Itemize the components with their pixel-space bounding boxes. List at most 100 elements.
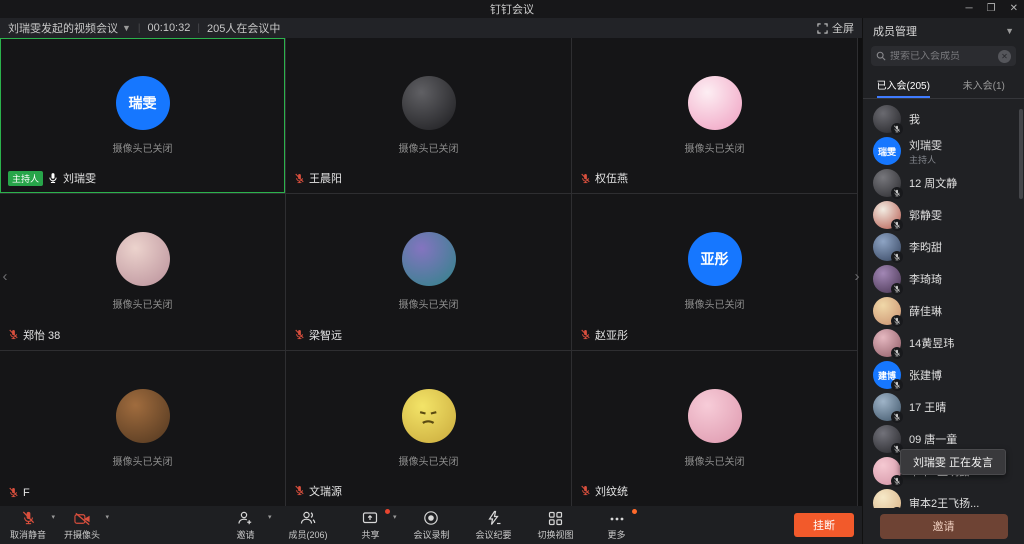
camera-off-label: 摄像头已关闭 xyxy=(113,296,173,311)
prev-page-arrow[interactable]: ‹ xyxy=(0,268,10,285)
member-row[interactable]: 审本2王飞扬... xyxy=(863,487,1024,508)
video-tile[interactable]: 摄像头已关闭 F xyxy=(0,351,285,506)
tile-name-bar: F xyxy=(8,487,30,499)
hangup-button[interactable]: 挂断 xyxy=(794,513,854,537)
layout-grid-icon xyxy=(548,510,563,526)
camera-off-label: 摄像头已关闭 xyxy=(113,140,173,155)
mic-off-badge-icon xyxy=(891,379,903,391)
avatar xyxy=(402,76,456,130)
tile-name-bar: 权伍燕 xyxy=(580,170,628,186)
speaking-tooltip: 刘瑞雯 正在发言 xyxy=(900,449,1006,475)
next-page-arrow[interactable]: › xyxy=(852,268,862,285)
meeting-timer: 00:10:32 xyxy=(148,22,191,34)
member-avatar xyxy=(873,425,901,453)
mic-off-badge-icon xyxy=(891,283,903,295)
video-tile[interactable]: 瑞雯摄像头已关闭主持人 刘瑞雯 xyxy=(0,38,285,193)
member-row[interactable]: 建博 张建博 xyxy=(863,359,1024,391)
meeting-title-dropdown[interactable]: 刘瑞雯发起的视频会议 ▼ xyxy=(8,20,131,36)
avatar xyxy=(116,389,170,443)
mic-off-badge-icon xyxy=(891,251,903,263)
video-tile[interactable]: 亚彤摄像头已关闭 赵亚彤 xyxy=(572,194,857,349)
mic-off-icon xyxy=(580,485,591,496)
scrollbar[interactable] xyxy=(1019,109,1023,199)
tile-name-bar: 刘纹统 xyxy=(580,483,628,499)
meeting-info-bar: 刘瑞雯发起的视频会议 ▼ | 00:10:32 | 205人在会议中 全屏 xyxy=(0,18,862,38)
avatar xyxy=(402,389,456,443)
unmute-button[interactable]: ▾ 取消静音 xyxy=(10,510,46,541)
mic-off-icon xyxy=(580,173,591,184)
camera-off-label: 摄像头已关闭 xyxy=(685,453,745,468)
minutes-button[interactable]: 会议纪要 xyxy=(476,510,512,541)
caret-down-icon[interactable]: ▾ xyxy=(52,513,56,521)
member-row[interactable]: 14黄昱玮 xyxy=(863,327,1024,359)
avatar: 瑞雯 xyxy=(873,137,901,165)
member-name: 17 王晴 xyxy=(909,399,946,415)
invite-button-toolbar[interactable]: ▾ 邀请 xyxy=(228,510,262,541)
member-avatar xyxy=(873,489,901,508)
video-tile[interactable]: 摄像头已关闭 刘纹统 xyxy=(572,351,857,506)
clear-search-icon[interactable]: ✕ xyxy=(998,50,1011,63)
fullscreen-icon xyxy=(817,23,828,34)
mic-off-icon xyxy=(21,510,36,526)
caret-down-icon[interactable]: ▾ xyxy=(106,513,110,521)
participant-name: 郑怡 38 xyxy=(23,327,60,343)
member-avatar xyxy=(873,297,901,325)
member-search-input[interactable] xyxy=(890,51,994,62)
member-row[interactable]: 12 周文静 xyxy=(863,167,1024,199)
tab-not-joined[interactable]: 未入会(1) xyxy=(944,72,1024,98)
member-avatar xyxy=(873,329,901,357)
notification-dot xyxy=(385,509,390,514)
maximize-button[interactable]: ❐ xyxy=(987,0,996,18)
participant-count: 205人在会议中 xyxy=(207,20,280,36)
share-screen-button[interactable]: ▾ 共享 xyxy=(353,510,387,541)
member-name: 我 xyxy=(909,111,920,127)
member-row[interactable]: 郭静雯 xyxy=(863,199,1024,231)
minimize-button[interactable]: ─ xyxy=(966,0,973,18)
member-row[interactable]: 薛佳琳 xyxy=(863,295,1024,327)
members-button[interactable]: 成员(206) xyxy=(288,510,327,541)
mic-off-badge-icon xyxy=(891,507,903,508)
member-row[interactable]: 我 xyxy=(863,103,1024,135)
avatar: 瑞雯 xyxy=(116,76,170,130)
member-name: 李琦琦 xyxy=(909,271,942,287)
person-add-icon xyxy=(237,510,253,526)
video-tile[interactable]: 摄像头已关闭 梁智远 xyxy=(286,194,571,349)
caret-down-icon[interactable]: ▾ xyxy=(268,513,272,521)
more-button[interactable]: 更多 xyxy=(600,510,634,541)
member-name: 薛佳琳 xyxy=(909,303,942,319)
camera-off-label: 摄像头已关闭 xyxy=(399,453,459,468)
member-avatar xyxy=(873,105,901,133)
caret-down-icon[interactable]: ▾ xyxy=(393,513,397,521)
invite-button[interactable]: 邀请 xyxy=(880,514,1008,539)
video-tile[interactable]: 摄像头已关闭 权伍燕 xyxy=(572,38,857,193)
member-panel-title: 成员管理 xyxy=(873,23,917,39)
open-camera-button[interactable]: ▾ 开摄像头 xyxy=(64,510,100,541)
fullscreen-button[interactable]: 全屏 xyxy=(817,20,854,36)
switch-view-button[interactable]: 切换视图 xyxy=(538,510,574,541)
camera-off-label: 摄像头已关闭 xyxy=(113,453,173,468)
camera-off-label: 摄像头已关闭 xyxy=(399,140,459,155)
mic-off-badge-icon xyxy=(891,219,903,231)
member-avatar xyxy=(873,393,901,421)
collapse-panel-icon[interactable]: ▼ xyxy=(1005,26,1014,36)
video-tile[interactable]: 摄像头已关闭 王晨阳 xyxy=(286,38,571,193)
camera-off-label: 摄像头已关闭 xyxy=(399,296,459,311)
dingtalk-meeting-window: 钉钉会议 ─ ❐ ✕ 刘瑞雯发起的视频会议 ▼ | 00:10:32 | 205… xyxy=(0,0,1024,544)
mic-off-badge-icon xyxy=(891,411,903,423)
member-search-box[interactable]: ✕ xyxy=(871,46,1016,66)
member-list[interactable]: 我瑞雯刘瑞雯主持人 12 周文静 郭静雯 李昀甜 李琦琦 薛佳琳 14黄昱玮建博… xyxy=(863,99,1024,508)
member-row[interactable]: 17 王晴 xyxy=(863,391,1024,423)
video-tile[interactable]: 摄像头已关闭 文瑞源 xyxy=(286,351,571,506)
member-row[interactable]: 李琦琦 xyxy=(863,263,1024,295)
record-button[interactable]: 会议录制 xyxy=(413,510,449,541)
tab-joined[interactable]: 已入会(205) xyxy=(863,72,944,98)
member-name: 09 唐一童 xyxy=(909,431,957,447)
video-tile[interactable]: 摄像头已关闭 郑怡 38 xyxy=(0,194,285,349)
avatar xyxy=(402,232,456,286)
close-button[interactable]: ✕ xyxy=(1010,0,1018,18)
member-row[interactable]: 瑞雯刘瑞雯主持人 xyxy=(863,135,1024,167)
member-name: 李昀甜 xyxy=(909,239,942,255)
tile-name-bar: 赵亚彤 xyxy=(580,327,628,343)
mic-off-icon xyxy=(8,329,19,340)
member-row[interactable]: 李昀甜 xyxy=(863,231,1024,263)
